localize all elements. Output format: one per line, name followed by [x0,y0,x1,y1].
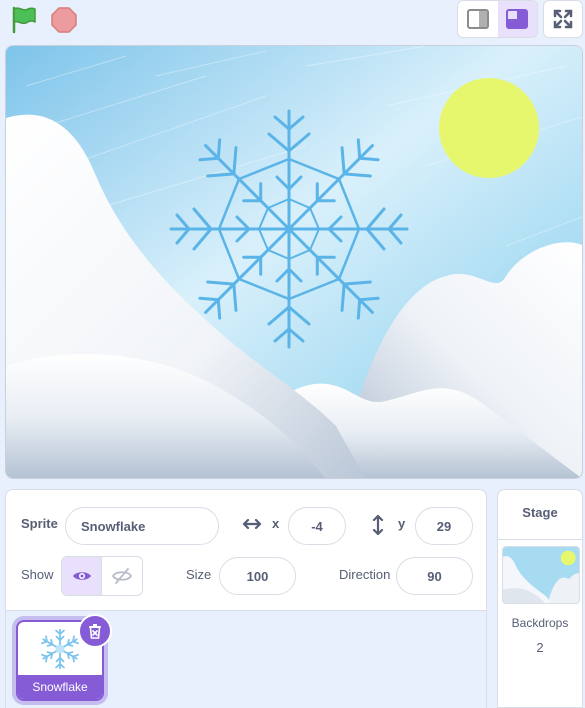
size-label: Size [186,567,212,582]
y-label: y [398,516,406,531]
stage-panel-title: Stage [498,490,582,540]
hide-sprite-button[interactable] [102,557,142,595]
backdrop-thumbnail-scene [503,547,579,603]
fullscreen-button[interactable] [543,0,583,38]
size-field[interactable]: 100 [219,557,296,595]
show-label: Show [21,567,54,582]
x-position-field[interactable]: -4 [288,507,346,545]
show-sprite-button[interactable] [62,557,103,595]
sprite-name-field[interactable]: Snowflake [65,507,219,545]
green-flag-icon [12,6,36,34]
y-position-icon [372,514,384,536]
delete-sprite-button[interactable] [78,614,112,648]
stage-size-toggle [457,0,538,38]
stop-button[interactable] [49,5,79,35]
direction-label: Direction [339,567,391,582]
stage-scene [6,46,582,478]
y-position-field[interactable]: 29 [415,507,473,545]
fullscreen-icon [553,9,573,29]
normal-stage-button[interactable] [497,1,537,37]
trash-icon [89,624,101,639]
sprite-list: Snowflake [6,611,486,708]
eye-icon [72,572,91,580]
green-flag-button[interactable] [9,5,39,35]
snowflake-thumbnail [40,628,80,670]
sun-shape [439,78,539,178]
sprite-info-panel: Sprite Snowflake x -4 y 29 Show Size 100… [5,489,487,708]
stage-backdrop-thumbnail [502,546,580,604]
small-stage-icon [466,9,489,29]
normal-stage-icon [506,9,529,29]
backdrops-label: Backdrops [511,616,569,630]
small-stage-button[interactable] [458,1,498,37]
visibility-toggle [61,556,143,596]
sprite-tile-name: Snowflake [18,675,102,699]
x-position-icon [242,518,262,530]
eye-hidden-icon [112,568,132,584]
sprite-info-area: Sprite Snowflake x -4 y 29 Show Size 100… [6,490,486,611]
backdrops-count: 2 [536,640,544,655]
x-label: x [272,516,280,531]
sprite-label: Sprite [21,516,58,531]
stage-canvas[interactable] [5,45,583,479]
stop-icon [51,7,77,33]
stage-selector-panel[interactable]: Stage Backdrops 2 [497,489,583,708]
snowflake-sprite[interactable] [169,109,409,349]
direction-field[interactable]: 90 [396,557,473,595]
